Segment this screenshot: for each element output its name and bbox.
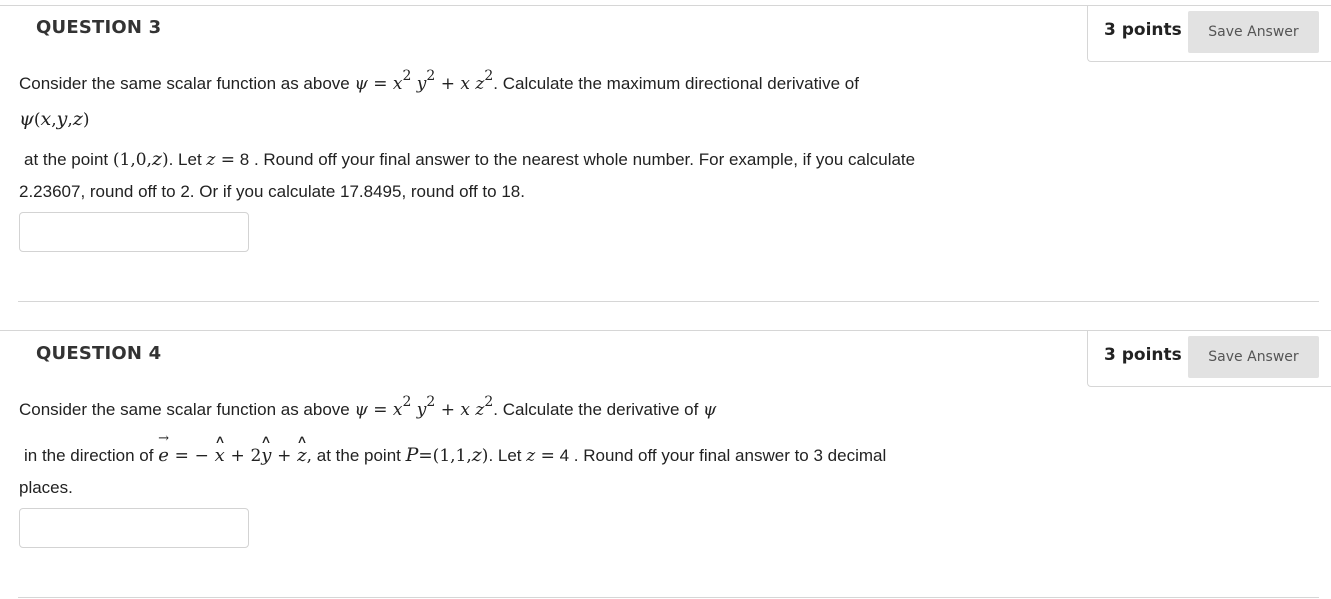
question-4-save-answer-button[interactable]: Save Answer xyxy=(1188,336,1319,378)
question-4-text-line-1: Consider the same scalar function as abo… xyxy=(19,394,717,420)
question-4-z-expr: z = xyxy=(526,446,555,466)
question-3-save-answer-button[interactable]: Save Answer xyxy=(1188,11,1319,53)
question-3-text-3a: at the point xyxy=(24,150,113,169)
question-4-direction-vector: e = − x + 2y + z, xyxy=(158,445,312,466)
question-3-text-1a: Consider the same scalar function as abo… xyxy=(19,74,355,93)
question-3-function-label: ψ(x,y,z) xyxy=(19,108,90,130)
question-3-text-line-4: 2.23607, round off to 2. Or if you calcu… xyxy=(19,182,525,201)
question-4-points-box: 3 points Save Answer xyxy=(1087,330,1331,387)
question-4-text-1a: Consider the same scalar function as abo… xyxy=(19,400,355,419)
question-3-points-box: 3 points Save Answer xyxy=(1087,5,1331,62)
question-4-text-1b: . Calculate the derivative of xyxy=(493,400,704,419)
question-3-z-expr: z = xyxy=(206,150,236,170)
question-4-text-2a: in the direction of xyxy=(24,446,159,465)
question-4-formula: ψ = x2 y2 + x z2 xyxy=(354,394,494,420)
question-3-formula: ψ = x2 y2 + x z2 xyxy=(354,68,494,94)
question-3-text-3b: . Let xyxy=(168,150,207,169)
question-4-answer-input[interactable] xyxy=(19,508,249,548)
question-4-text-line-2: in the direction of e = − x + 2y + z, at… xyxy=(24,444,886,466)
question-3-answer-input[interactable] xyxy=(19,212,249,252)
question-4-points: 3 points xyxy=(1104,345,1182,365)
question-3-point: (1,0,z) xyxy=(112,148,169,170)
question-4-text-2d: 4 . Round off your final answer to 3 dec… xyxy=(554,446,887,465)
question-4-text-2b: at the point xyxy=(312,446,406,465)
question-3-bottom-divider xyxy=(18,301,1319,302)
question-3-text-3c: 8 . Round off your final answer to the n… xyxy=(235,150,916,169)
question-4-text-2c: . Let xyxy=(488,446,527,465)
question-4-title: QUESTION 4 xyxy=(36,343,162,364)
question-3-title: QUESTION 3 xyxy=(36,17,162,38)
question-4-psi: ψ xyxy=(703,400,717,420)
question-4-text-line-3: places. xyxy=(19,478,73,497)
question-3-text-line-3: at the point (1,0,z). Let z = 8 . Round … xyxy=(24,148,915,170)
question-4-point: P=(1,1,z) xyxy=(405,444,489,466)
question-3-points: 3 points xyxy=(1104,20,1182,40)
question-3-text-line-1: Consider the same scalar function as abo… xyxy=(19,68,859,94)
question-4-bottom-divider xyxy=(18,597,1319,598)
question-3-text-1b: . Calculate the maximum directional deri… xyxy=(493,74,859,93)
